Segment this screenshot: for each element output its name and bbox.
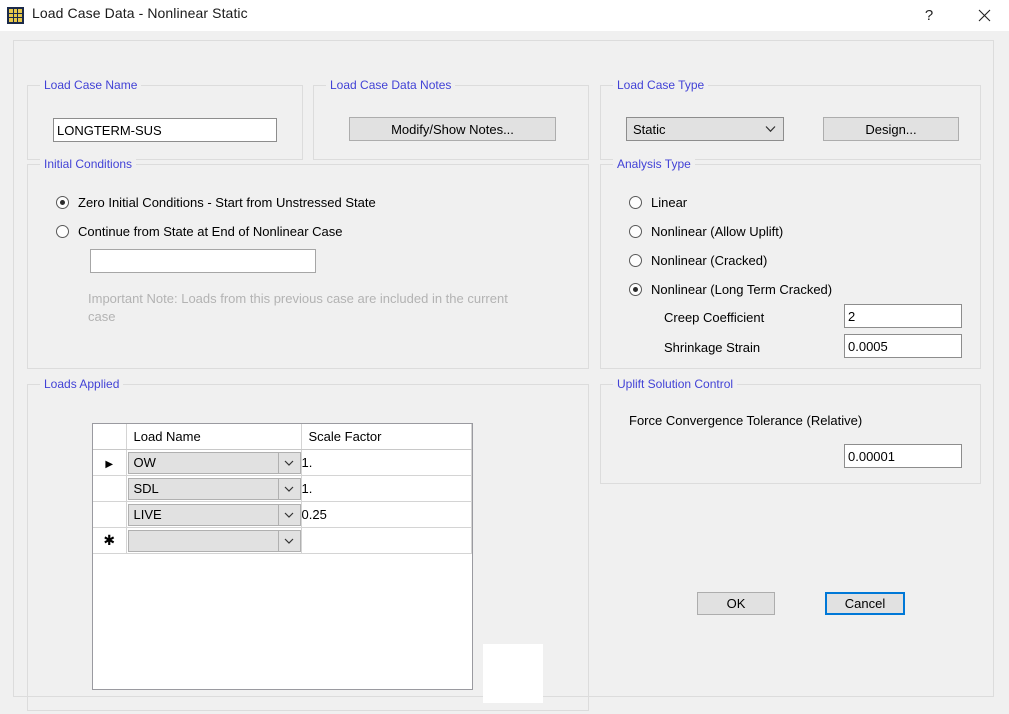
uplift-solution-control-group-label: Uplift Solution Control: [613, 377, 738, 391]
column-header-load-name: Load Name: [126, 424, 302, 450]
radio-indicator: [629, 254, 642, 267]
creep-coefficient-label: Creep Coefficient: [664, 310, 765, 325]
radio-indicator: [56, 196, 69, 209]
row-marker-cell[interactable]: ▶: [93, 449, 127, 476]
column-header-scale-factor: Scale Factor: [301, 424, 472, 450]
load-name-select[interactable]: SDL: [127, 477, 301, 500]
load-name-cell[interactable]: LIVE: [126, 501, 302, 528]
load-case-type-group: Load Case Type Static Design...: [600, 78, 981, 160]
load-case-type-group-label: Load Case Type: [613, 78, 709, 92]
load-name-select[interactable]: [127, 529, 301, 552]
table-row[interactable]: SDL 1.: [93, 475, 472, 502]
initial-conditions-group: Initial Conditions Zero Initial Conditio…: [27, 157, 589, 369]
chevron-down-icon[interactable]: [277, 530, 300, 551]
radio-nonlinear-allow-uplift-label: Nonlinear (Allow Uplift): [651, 224, 784, 239]
radio-indicator: [629, 283, 642, 296]
uplift-solution-control-group: Uplift Solution Control Force Convergenc…: [600, 377, 981, 484]
previous-case-input[interactable]: [90, 249, 316, 273]
load-name-cell[interactable]: OW: [126, 449, 302, 476]
scale-factor-cell[interactable]: [301, 527, 472, 554]
radio-linear-label: Linear: [651, 195, 688, 210]
table-header-row: Load Name Scale Factor: [93, 424, 472, 450]
radio-continue-from-state[interactable]: Continue from State at End of Nonlinear …: [56, 224, 342, 239]
analysis-type-group: Analysis Type Linear Nonlinear (Allow Up…: [600, 157, 981, 369]
load-name-value: OW: [133, 455, 156, 470]
load-name-cell[interactable]: SDL: [126, 475, 302, 502]
column-header-selector: [93, 424, 127, 450]
scale-factor-cell[interactable]: 1.: [301, 449, 472, 476]
analysis-type-group-label: Analysis Type: [613, 157, 695, 171]
radio-zero-initial-conditions-label: Zero Initial Conditions - Start from Uns…: [78, 195, 376, 210]
initial-conditions-group-label: Initial Conditions: [40, 157, 137, 171]
radio-nonlinear-allow-uplift[interactable]: Nonlinear (Allow Uplift): [629, 224, 783, 239]
window-title: Load Case Data - Nonlinear Static: [32, 5, 248, 21]
app-icon: [7, 7, 24, 24]
scale-factor-cell[interactable]: 1.: [301, 475, 472, 502]
radio-zero-initial-conditions[interactable]: Zero Initial Conditions - Start from Uns…: [56, 195, 376, 210]
table-row[interactable]: ▶ OW 1.: [93, 449, 472, 476]
title-bar: Load Case Data - Nonlinear Static ?: [0, 0, 1009, 32]
radio-indicator: [629, 196, 642, 209]
radio-indicator: [629, 225, 642, 238]
load-name-value: LIVE: [133, 507, 162, 522]
chevron-down-icon[interactable]: [277, 504, 300, 525]
force-convergence-tolerance-label: Force Convergence Tolerance (Relative): [629, 413, 863, 428]
ok-button[interactable]: OK: [697, 592, 775, 615]
creep-coefficient-input[interactable]: 2: [844, 304, 962, 328]
radio-indicator: [56, 225, 69, 238]
loads-applied-table[interactable]: Load Name Scale Factor ▶ OW 1. SDL 1. LI…: [92, 423, 473, 690]
render-artifact: [483, 644, 543, 703]
load-case-type-select[interactable]: Static: [626, 117, 784, 141]
shrinkage-strain-label: Shrinkage Strain: [664, 340, 761, 355]
loads-applied-group-label: Loads Applied: [40, 377, 124, 391]
cancel-button[interactable]: Cancel: [825, 592, 905, 615]
radio-nonlinear-cracked-label: Nonlinear (Cracked): [651, 253, 768, 268]
load-case-name-group: Load Case Name LONGTERM-SUS: [27, 78, 303, 160]
loads-applied-table-body: ▶ OW 1. SDL 1. LIVE 0.25 ✱: [93, 449, 472, 554]
load-name-select[interactable]: OW: [127, 451, 301, 474]
radio-nonlinear-cracked[interactable]: Nonlinear (Cracked): [629, 253, 767, 268]
table-row[interactable]: LIVE 0.25: [93, 501, 472, 528]
row-marker-cell[interactable]: [93, 501, 127, 528]
close-icon: [978, 9, 991, 22]
load-case-type-selected-value: Static: [633, 121, 666, 137]
table-row-new[interactable]: ✱: [93, 527, 472, 554]
new-row-asterisk-icon: ✱: [103, 532, 116, 548]
load-name-cell[interactable]: [126, 527, 302, 554]
load-case-data-notes-group: Load Case Data Notes Modify/Show Notes..…: [313, 78, 589, 160]
load-name-value: SDL: [133, 481, 159, 496]
shrinkage-strain-input[interactable]: 0.0005: [844, 334, 962, 358]
scale-factor-cell[interactable]: 0.25: [301, 501, 472, 528]
current-row-arrow-icon: ▶: [105, 458, 114, 470]
row-marker-cell[interactable]: [93, 475, 127, 502]
load-case-name-group-label: Load Case Name: [40, 78, 142, 92]
design-button[interactable]: Design...: [823, 117, 959, 141]
radio-linear[interactable]: Linear: [629, 195, 687, 210]
dialog-body: Load Case Name LONGTERM-SUS Load Case Da…: [0, 31, 1009, 714]
chevron-down-icon[interactable]: [277, 452, 300, 473]
radio-continue-from-state-label: Continue from State at End of Nonlinear …: [78, 224, 343, 239]
initial-conditions-note: Important Note: Loads from this previous…: [88, 291, 508, 324]
new-row-marker-cell[interactable]: ✱: [93, 527, 127, 554]
question-mark-icon: ?: [924, 7, 934, 24]
radio-nonlinear-long-term-cracked[interactable]: Nonlinear (Long Term Cracked): [629, 282, 832, 297]
close-button[interactable]: [961, 0, 1007, 31]
force-convergence-tolerance-input[interactable]: 0.00001: [844, 444, 962, 468]
radio-nonlinear-long-term-cracked-label: Nonlinear (Long Term Cracked): [651, 282, 833, 297]
load-case-data-notes-group-label: Load Case Data Notes: [326, 78, 456, 92]
chevron-down-icon: [765, 126, 776, 133]
load-case-name-input[interactable]: LONGTERM-SUS: [53, 118, 277, 142]
load-name-select[interactable]: LIVE: [127, 503, 301, 526]
help-button[interactable]: ?: [906, 0, 952, 31]
modify-show-notes-button[interactable]: Modify/Show Notes...: [349, 117, 556, 141]
chevron-down-icon[interactable]: [277, 478, 300, 499]
